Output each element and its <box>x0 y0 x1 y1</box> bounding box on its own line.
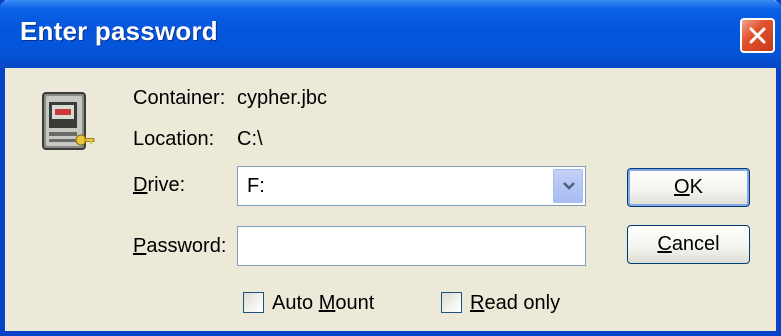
location-value: C:\ <box>237 128 263 150</box>
container-value: cypher.jbc <box>237 87 328 109</box>
password-label-rest: assword: <box>146 235 227 257</box>
location-label: Location: <box>133 128 215 150</box>
auto-mount-mnemonic: M <box>318 292 336 314</box>
read-only-label[interactable]: Read only <box>470 292 560 315</box>
drive-label-rest: rive: <box>147 174 186 196</box>
close-icon <box>749 27 766 44</box>
cancel-button[interactable]: Cancel <box>627 225 750 264</box>
drive-select[interactable]: F: <box>237 166 586 206</box>
drive-selected-value: F: <box>247 175 265 197</box>
close-button[interactable] <box>740 18 775 53</box>
ok-mnemonic: O <box>674 176 690 198</box>
cancel-mnemonic: C <box>657 233 672 255</box>
cancel-rest: ancel <box>671 233 720 255</box>
drive-label: Drive: <box>133 174 185 197</box>
title-bar[interactable]: Enter password <box>0 0 781 68</box>
auto-mount-rest: ount <box>335 292 375 314</box>
drive-label-mnemonic: D <box>133 174 148 196</box>
read-only-mnemonic: R <box>470 292 485 314</box>
password-field[interactable] <box>237 226 586 266</box>
encrypted-container-key-icon <box>42 92 95 150</box>
dialog-title: Enter password <box>20 16 218 46</box>
auto-mount-prefix: Auto <box>272 292 319 314</box>
ok-button[interactable]: OK <box>627 168 750 207</box>
read-only-rest: ead only <box>484 292 561 314</box>
password-label: Password: <box>133 235 226 258</box>
chevron-down-icon <box>563 182 575 190</box>
password-label-mnemonic: P <box>133 235 147 257</box>
container-label: Container: <box>133 87 226 109</box>
drive-dropdown-button[interactable] <box>553 169 583 203</box>
auto-mount-checkbox[interactable] <box>243 292 264 313</box>
ok-rest: K <box>689 176 703 198</box>
auto-mount-label[interactable]: Auto Mount <box>272 292 374 315</box>
read-only-checkbox[interactable] <box>441 292 462 313</box>
